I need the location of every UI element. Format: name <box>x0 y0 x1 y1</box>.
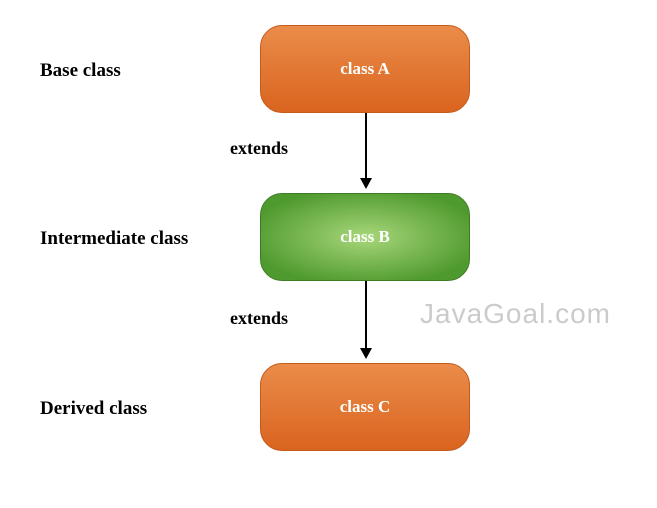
derived-class-label: Derived class <box>40 398 147 420</box>
class-a-box: class A <box>260 25 470 113</box>
class-a-text: class A <box>340 59 390 79</box>
class-c-box: class C <box>260 363 470 451</box>
base-class-label: Base class <box>40 60 121 82</box>
arrow-line-1 <box>365 113 367 178</box>
intermediate-class-label: Intermediate class <box>40 228 188 250</box>
class-b-text: class B <box>340 227 390 247</box>
class-c-text: class C <box>340 397 391 417</box>
extends-label-2: extends <box>230 308 288 329</box>
extends-label-1: extends <box>230 138 288 159</box>
watermark: JavaGoal.com <box>420 298 611 330</box>
arrow-head-1 <box>360 178 372 189</box>
arrow-head-2 <box>360 348 372 359</box>
class-b-box: class B <box>260 193 470 281</box>
arrow-line-2 <box>365 281 367 348</box>
